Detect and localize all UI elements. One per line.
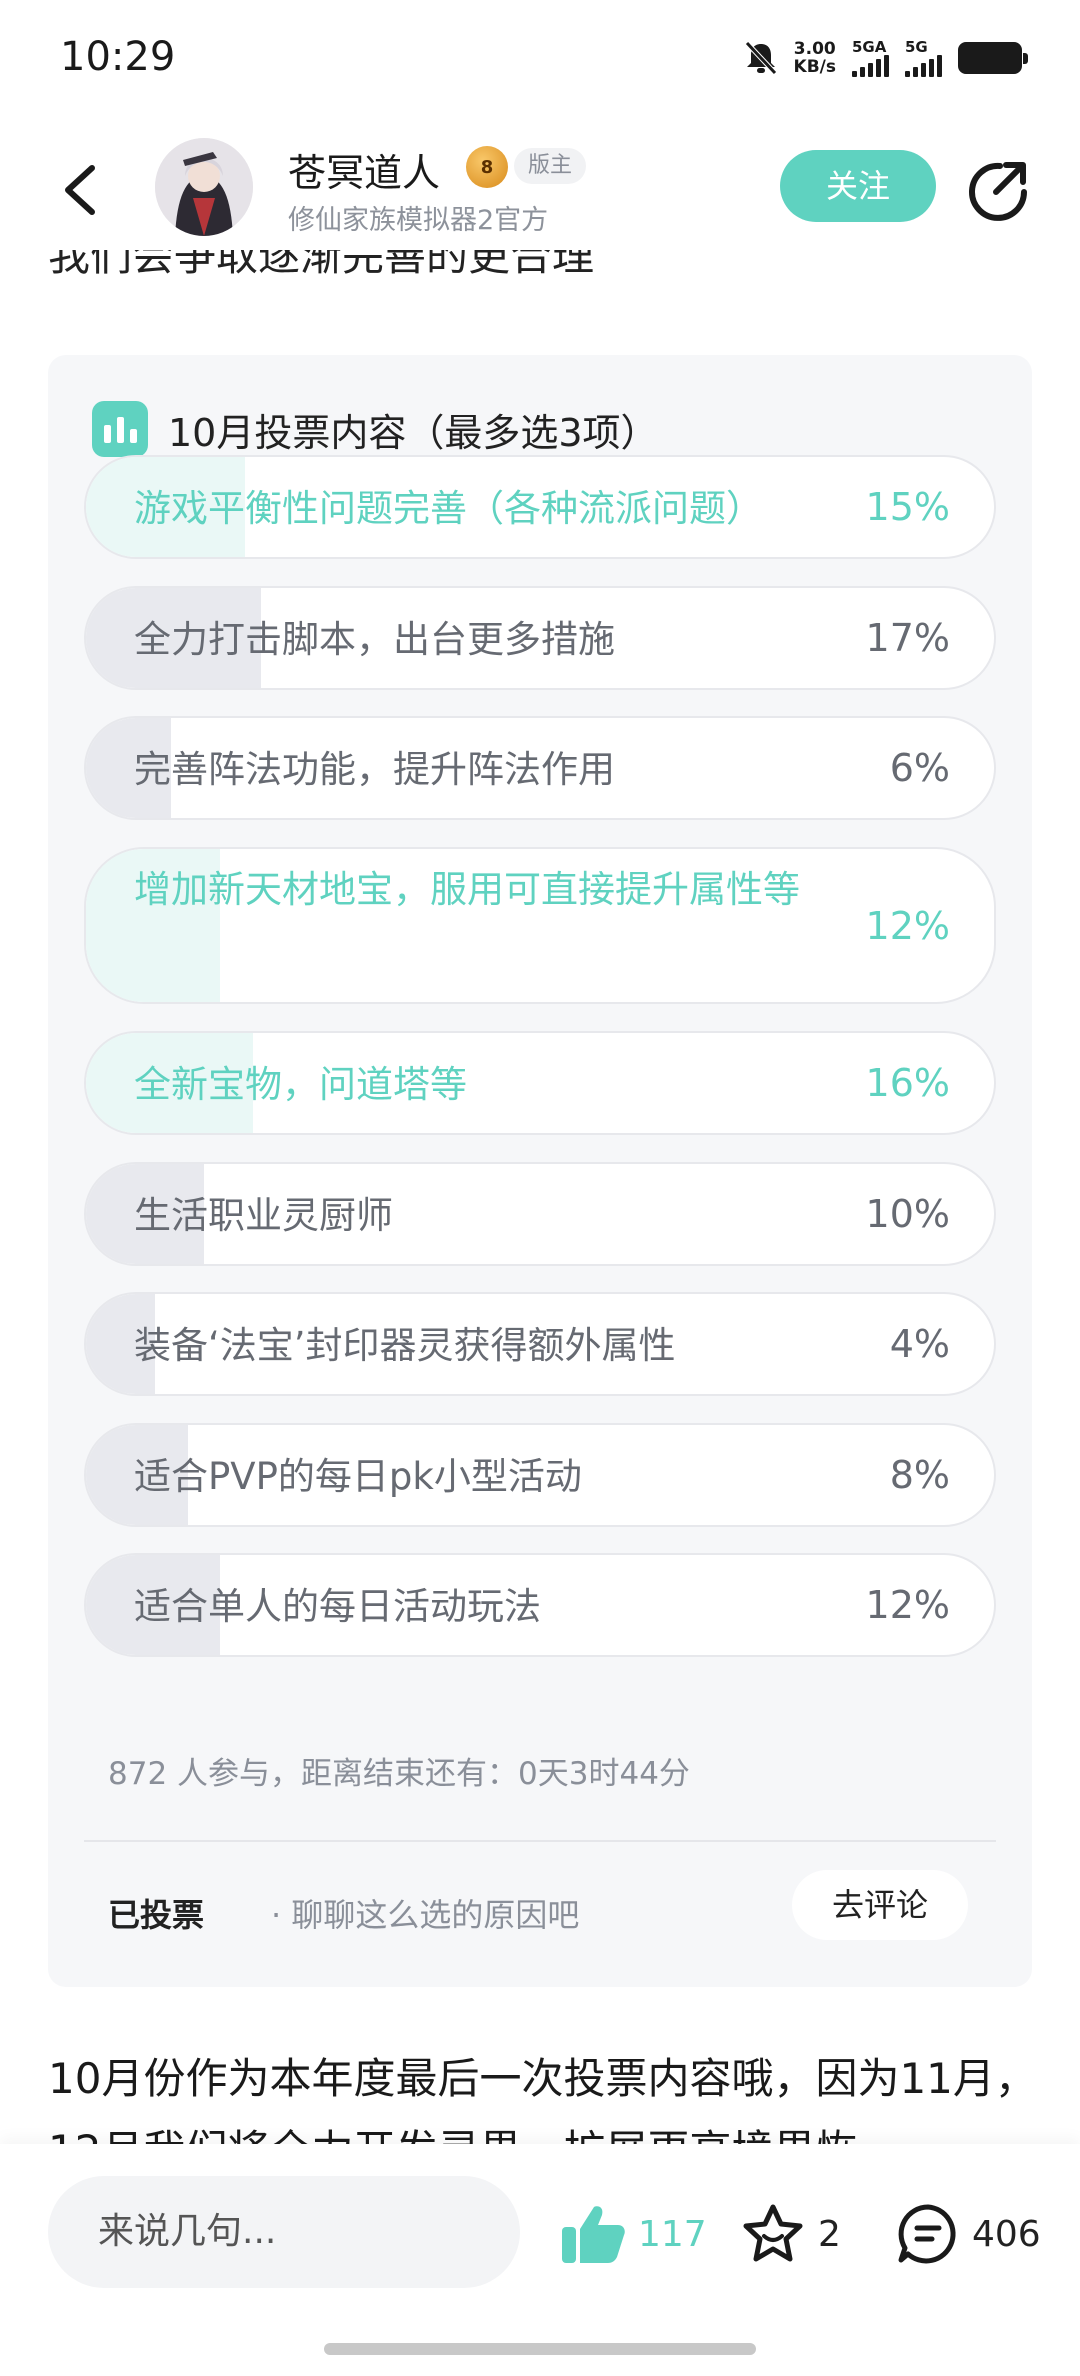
poll-participation: 872 人参与，距离结束还有：0天3时44分 bbox=[108, 1756, 690, 1792]
star-icon bbox=[743, 2204, 803, 2262]
favorite-button[interactable]: 2 bbox=[740, 2202, 841, 2266]
poll-option[interactable]: 增加新天材地宝，服用可直接提升属性等 12% bbox=[84, 847, 996, 1004]
poll-option-percent: 12% bbox=[865, 903, 950, 948]
poll-option-label: 完善阵法功能，提升阵法作用 bbox=[134, 748, 615, 791]
author-avatar[interactable] bbox=[155, 138, 253, 236]
poll-option-label: 全新宝物，问道塔等 bbox=[134, 1063, 467, 1106]
back-button[interactable] bbox=[52, 160, 108, 220]
poll-option-label: 游戏平衡性问题完善（各种流派问题） bbox=[134, 487, 763, 530]
poll-option-percent: 17% bbox=[865, 616, 950, 660]
like-count: 117 bbox=[638, 2213, 707, 2255]
poll-option-percent: 15% bbox=[865, 485, 950, 529]
poll-card: 10月投票内容（最多选3项） 游戏平衡性问题完善（各种流派问题） 15% 全力打击脚… bbox=[48, 355, 1032, 1987]
mute-bell-icon bbox=[744, 41, 777, 75]
poll-option-label: 装备‘法宝’封印器灵获得额外属性 bbox=[134, 1324, 676, 1367]
poll-option[interactable]: 适合PVP的每日pk小型活动 8% bbox=[84, 1423, 996, 1527]
poll-option-percent: 8% bbox=[889, 1453, 950, 1497]
poll-option[interactable]: 生活职业灵厨师 10% bbox=[84, 1162, 996, 1266]
poll-option[interactable]: 适合单人的每日活动玩法 12% bbox=[84, 1553, 996, 1657]
share-arrow-icon bbox=[969, 162, 1027, 221]
voted-hint: · 聊聊这么选的原因吧 bbox=[271, 1896, 580, 1934]
level-badge: 8 bbox=[466, 146, 508, 188]
bar-chart-icon bbox=[92, 401, 148, 457]
divider bbox=[84, 1840, 996, 1842]
voted-label: 已投票 bbox=[108, 1896, 205, 1934]
poll-option[interactable]: 游戏平衡性问题完善（各种流派问题） 15% bbox=[84, 455, 996, 559]
thumbs-up-icon bbox=[562, 2206, 625, 2263]
post-header: 苍冥道人 8 版主 修仙家族模拟器2官方 关注 bbox=[0, 130, 1080, 250]
avatar-image bbox=[155, 138, 253, 236]
poll-option-percent: 10% bbox=[865, 1192, 950, 1236]
status-time: 10:29 bbox=[60, 34, 176, 80]
poll-option-percent: 6% bbox=[889, 746, 950, 790]
author-subtitle: 修仙家族模拟器2官方 bbox=[288, 205, 549, 236]
comments-button[interactable]: 406 bbox=[896, 2202, 1041, 2266]
status-bar: 10:29 3.00 KB/s 5GA 5G bbox=[0, 0, 1080, 120]
battery-icon bbox=[958, 42, 1028, 74]
go-comment-button[interactable]: 去评论 bbox=[792, 1870, 968, 1940]
poll-header: 10月投票内容（最多选3项） bbox=[92, 401, 659, 457]
poll-option-label: 适合单人的每日活动玩法 bbox=[134, 1585, 541, 1628]
comment-count: 406 bbox=[972, 2213, 1041, 2255]
poll-option[interactable]: 全力打击脚本，出台更多措施 17% bbox=[84, 586, 996, 690]
share-button[interactable] bbox=[966, 158, 1030, 222]
like-button[interactable]: 117 bbox=[560, 2202, 707, 2266]
comment-input[interactable]: 来说几句... bbox=[48, 2176, 520, 2288]
sim1-signal: 5GA bbox=[852, 39, 889, 77]
signal-bars-icon bbox=[852, 54, 889, 77]
favorite-count: 2 bbox=[818, 2213, 841, 2255]
poll-option[interactable]: 装备‘法宝’封印器灵获得额外属性 4% bbox=[84, 1292, 996, 1396]
poll-option[interactable]: 全新宝物，问道塔等 16% bbox=[84, 1031, 996, 1135]
signal-bars-icon bbox=[905, 54, 942, 77]
sim2-signal: 5G bbox=[905, 39, 942, 77]
status-icons: 3.00 KB/s 5GA 5G bbox=[744, 38, 1028, 78]
author-name[interactable]: 苍冥道人 bbox=[288, 142, 440, 197]
poll-option-percent: 4% bbox=[889, 1322, 950, 1366]
follow-button[interactable]: 关注 bbox=[780, 150, 936, 222]
poll-option[interactable]: 完善阵法功能，提升阵法作用 6% bbox=[84, 716, 996, 820]
moderator-badge: 版主 bbox=[514, 148, 587, 184]
home-indicator[interactable] bbox=[324, 2343, 756, 2355]
poll-option-label: 适合PVP的每日pk小型活动 bbox=[134, 1455, 582, 1498]
poll-option-label: 增加新天材地宝，服用可直接提升属性等 bbox=[134, 868, 800, 911]
bottom-action-bar: 来说几句... 117 2 406 bbox=[0, 2144, 1080, 2376]
chevron-left-icon bbox=[65, 165, 95, 215]
network-speed: 3.00 KB/s bbox=[793, 39, 836, 77]
poll-option-percent: 12% bbox=[865, 1583, 950, 1627]
poll-title: 10月投票内容（最多选3项） bbox=[168, 410, 659, 455]
poll-option-label: 全力打击脚本，出台更多措施 bbox=[134, 618, 615, 661]
comment-bubble-icon bbox=[898, 2204, 956, 2264]
poll-option-percent: 16% bbox=[865, 1061, 950, 1105]
poll-option-label: 生活职业灵厨师 bbox=[134, 1194, 393, 1237]
